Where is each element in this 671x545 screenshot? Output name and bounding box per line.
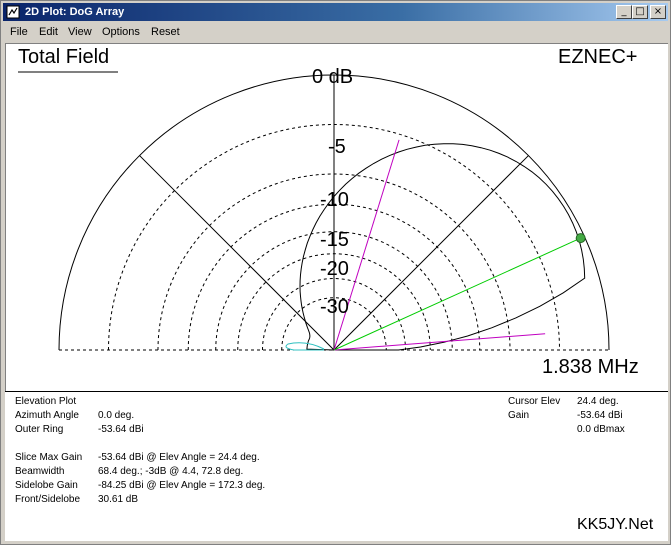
azimuth-label: Azimuth Angle — [15, 410, 79, 421]
cursor-gain-value: -53.64 dBi — [577, 410, 623, 421]
azimuth-value: 0.0 deg. — [98, 410, 135, 421]
menu-view[interactable]: View — [68, 26, 92, 38]
menu-options[interactable]: Options — [102, 26, 140, 38]
plot-title: Total Field — [18, 46, 110, 68]
cursor-gain-label: Gain — [508, 410, 530, 421]
ring-label-10: -10 — [320, 189, 349, 211]
minimize-button[interactable]: _ — [616, 5, 632, 19]
rear-lobe-curve — [285, 342, 325, 351]
sidelobe-label: Sidelobe Gain — [15, 480, 78, 491]
radial-45 — [333, 155, 529, 351]
beamwidth-line-lower — [333, 333, 546, 351]
close-button[interactable]: × — [650, 5, 666, 19]
ring-label-15: -15 — [320, 229, 349, 251]
front-sidelobe-value: 30.61 dB — [98, 494, 139, 505]
slice-max-value: -53.64 dBi @ Elev Angle = 24.4 deg. — [98, 452, 260, 463]
beamwidth-value: 68.4 deg.; -3dB @ 4.4, 72.8 deg. — [98, 466, 244, 477]
cursor-line — [333, 237, 581, 351]
ring-label-20: -20 — [320, 258, 349, 280]
sidelobe-value: -84.25 dBi @ Elev Angle = 172.3 deg. — [98, 480, 266, 491]
info-panel: Elevation Plot Azimuth Angle 0.0 deg. Ou… — [5, 391, 668, 541]
cursor-gain-max-value: 0.0 dBmax — [577, 424, 625, 435]
outer-ring-value: -53.64 dBi — [98, 424, 144, 435]
ring-label-0db: 0 dB — [312, 66, 354, 88]
outer-ring-label: Outer Ring — [15, 424, 64, 435]
slice-max-label: Slice Max Gain — [15, 452, 83, 463]
menu-edit[interactable]: Edit — [39, 26, 58, 38]
menu-reset[interactable]: Reset — [151, 26, 180, 38]
menu-file[interactable]: File — [10, 26, 28, 38]
polar-plot-area[interactable]: Total Field EZNEC+ 1.838 MHz 0 dB -5 -10… — [5, 43, 668, 391]
front-sidelobe-label: Front/Sidelobe — [15, 494, 81, 505]
cursor-elev-value: 24.4 deg. — [577, 396, 619, 407]
menu-bar: File Edit View Options Reset — [3, 23, 668, 41]
ring-label-5: -5 — [328, 136, 346, 158]
ring-label-30: -30 — [320, 296, 349, 318]
credit-label: KK5JY.Net — [577, 516, 654, 533]
title-bar[interactable]: 2D Plot: DoG Array _ □ × — [3, 3, 668, 21]
cursor-marker[interactable] — [575, 233, 586, 244]
maximize-button[interactable]: □ — [632, 5, 648, 19]
elevation-polar-plot[interactable] — [6, 44, 669, 392]
plot-window: 2D Plot: DoG Array _ □ × File Edit View … — [0, 0, 671, 545]
cursor-elev-label: Cursor Elev — [508, 396, 561, 407]
plot-type-label: Elevation Plot — [15, 396, 77, 407]
window-title: 2D Plot: DoG Array — [25, 6, 125, 18]
app-icon — [6, 5, 20, 19]
brand-label: EZNEC+ — [558, 46, 638, 68]
frequency-label: 1.838 MHz — [542, 356, 639, 378]
beamwidth-label: Beamwidth — [15, 466, 65, 477]
